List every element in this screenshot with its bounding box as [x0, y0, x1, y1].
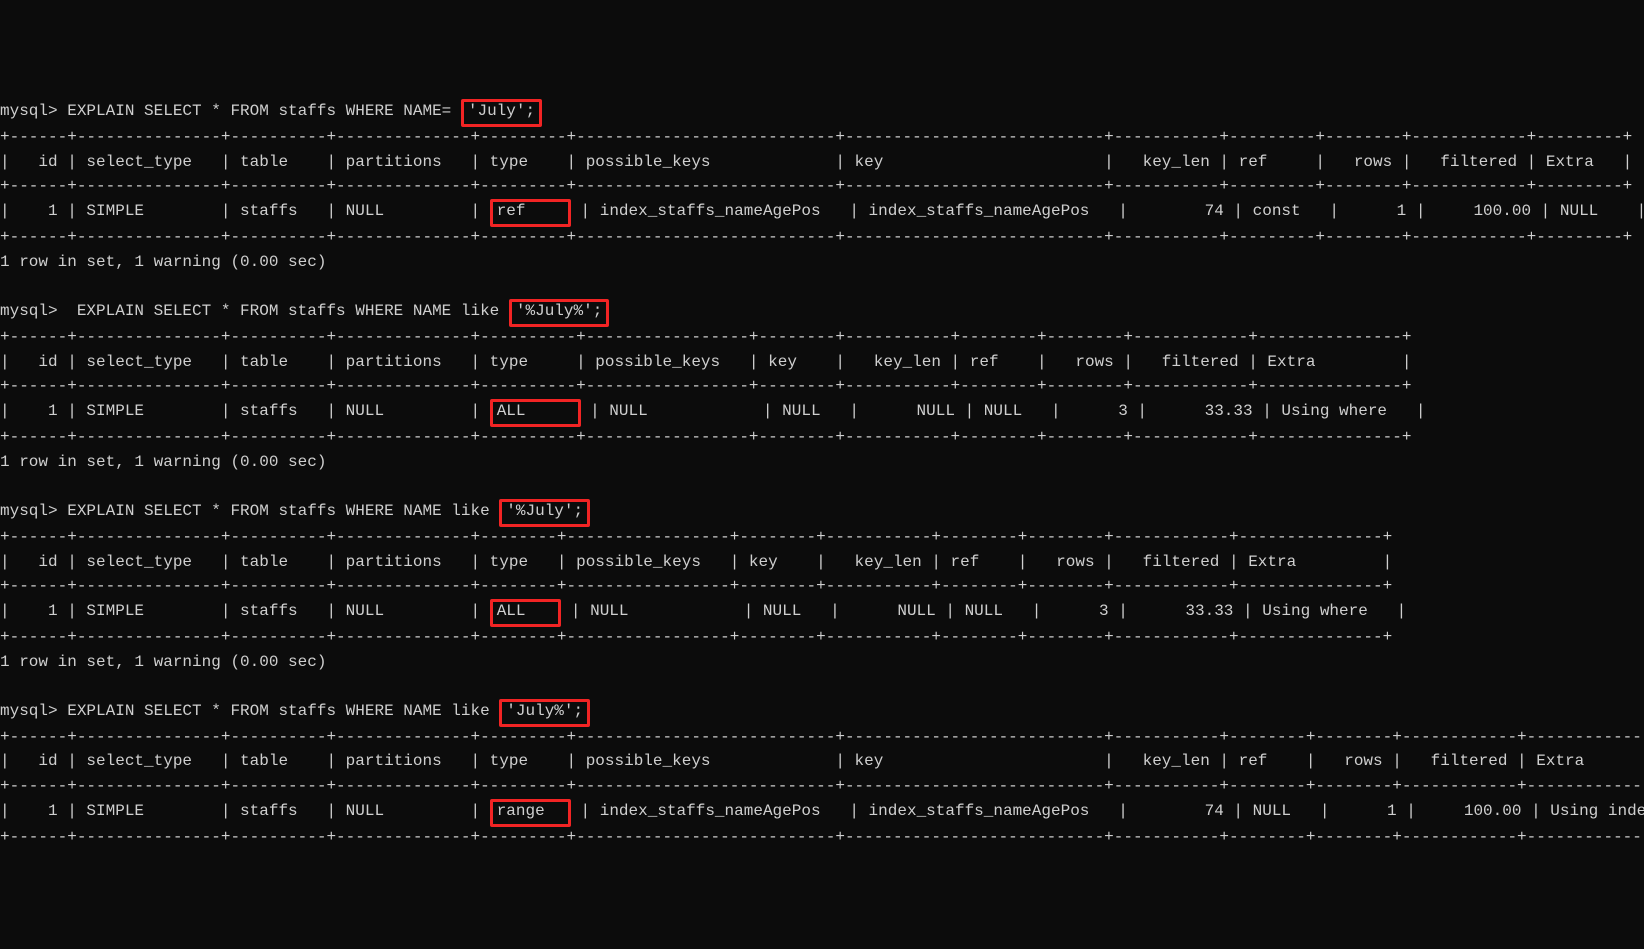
table-border: +------+---------------+----------+-----…: [0, 725, 1644, 750]
table-row: | 1 | SIMPLE | staffs | NULL | ALL | NUL…: [0, 399, 1644, 425]
highlight-type-cell: ALL: [490, 399, 581, 427]
blank-line: [0, 274, 1644, 299]
table-row: | 1 | SIMPLE | staffs | NULL | ref | ind…: [0, 199, 1644, 225]
table-border: +------+---------------+----------+-----…: [0, 574, 1644, 599]
table-border: +------+---------------+----------+-----…: [0, 774, 1644, 799]
table-border: +------+---------------+----------+-----…: [0, 825, 1644, 850]
table-header: | id | select_type | table | partitions …: [0, 749, 1644, 774]
highlight-type-cell: range: [490, 799, 571, 827]
blank-line: [0, 674, 1644, 699]
sql-query: mysql> EXPLAIN SELECT * FROM staffs WHER…: [0, 699, 1644, 725]
highlight-literal: 'July%';: [499, 699, 590, 727]
table-border: +------+---------------+----------+-----…: [0, 174, 1644, 199]
table-border: +------+---------------+----------+-----…: [0, 625, 1644, 650]
table-row: | 1 | SIMPLE | staffs | NULL | ALL | NUL…: [0, 599, 1644, 625]
table-border: +------+---------------+----------+-----…: [0, 125, 1644, 150]
table-header: | id | select_type | table | partitions …: [0, 350, 1644, 375]
highlight-literal: '%July';: [499, 499, 590, 527]
highlight-literal: 'July';: [461, 99, 542, 127]
table-row: | 1 | SIMPLE | staffs | NULL | range | i…: [0, 799, 1644, 825]
rows-in-set: 1 row in set, 1 warning (0.00 sec): [0, 450, 1644, 475]
table-border: +------+---------------+----------+-----…: [0, 425, 1644, 450]
rows-in-set: 1 row in set, 1 warning (0.00 sec): [0, 250, 1644, 275]
table-border: +------+---------------+----------+-----…: [0, 525, 1644, 550]
highlight-type-cell: ALL: [490, 599, 562, 627]
table-header: | id | select_type | table | partitions …: [0, 550, 1644, 575]
sql-query: mysql> EXPLAIN SELECT * FROM staffs WHER…: [0, 499, 1644, 525]
highlight-literal: '%July%';: [509, 299, 609, 327]
mysql-terminal[interactable]: mysql> EXPLAIN SELECT * FROM staffs WHER…: [0, 99, 1644, 849]
table-border: +------+---------------+----------+-----…: [0, 325, 1644, 350]
table-border: +------+---------------+----------+-----…: [0, 225, 1644, 250]
table-border: +------+---------------+----------+-----…: [0, 374, 1644, 399]
rows-in-set: 1 row in set, 1 warning (0.00 sec): [0, 650, 1644, 675]
table-header: | id | select_type | table | partitions …: [0, 150, 1644, 175]
sql-query: mysql> EXPLAIN SELECT * FROM staffs WHER…: [0, 299, 1644, 325]
blank-line: [0, 474, 1644, 499]
sql-query: mysql> EXPLAIN SELECT * FROM staffs WHER…: [0, 99, 1644, 125]
highlight-type-cell: ref: [490, 199, 571, 227]
